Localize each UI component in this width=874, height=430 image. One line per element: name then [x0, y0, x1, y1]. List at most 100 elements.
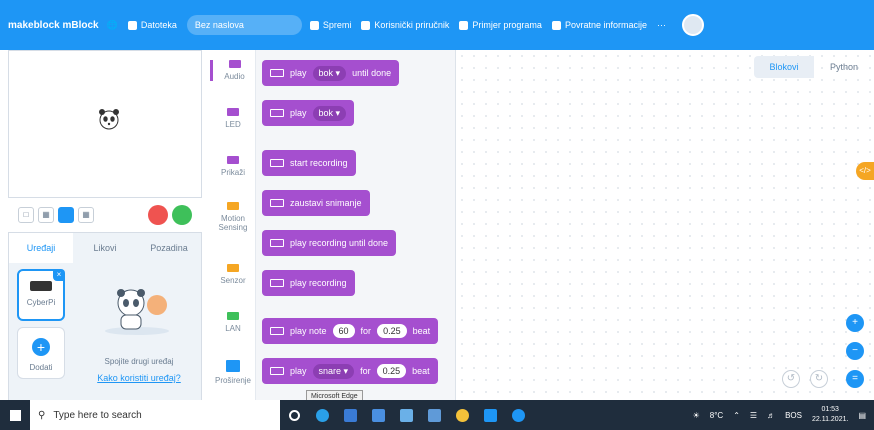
tab-devices[interactable]: Uređaji: [9, 233, 73, 263]
top-bar: makeblock mBlock 🌐 Datoteka Spremi Koris…: [0, 0, 874, 50]
redo-icon[interactable]: ↻: [810, 370, 828, 388]
code-workspace[interactable]: Blokovi Python </> + − = ↺ ↻: [456, 50, 874, 400]
cyberpi-block-icon: [270, 69, 284, 77]
search-placeholder: Type here to search: [53, 409, 142, 421]
how-to-use-link[interactable]: Kako koristiti uređaj?: [79, 373, 199, 383]
beat-input[interactable]: 0.25: [376, 364, 407, 378]
help-icon[interactable]: [504, 400, 532, 430]
block-text: play recording: [290, 278, 347, 288]
block-play-note[interactable]: play note 60 for 0.25 beat: [262, 318, 439, 344]
block-play-recording[interactable]: play recording: [262, 270, 355, 296]
cyberpi-icon: [30, 281, 52, 291]
more-menu-button[interactable]: ···: [657, 20, 666, 30]
code-view-toggle[interactable]: </>: [856, 162, 874, 180]
photos-icon[interactable]: [392, 400, 420, 430]
sound-dropdown[interactable]: bok ▾: [312, 65, 347, 81]
tray-chevron-icon[interactable]: ⌃: [733, 411, 740, 420]
start-button[interactable]: [0, 400, 30, 430]
dropdown-value: bok: [318, 107, 334, 118]
panda-sprite-icon[interactable]: [97, 107, 121, 131]
add-device-button[interactable]: + Dodati: [17, 327, 65, 379]
file-menu[interactable]: Datoteka: [127, 20, 177, 30]
stage-canvas[interactable]: [8, 50, 202, 198]
taskbar-search[interactable]: ⚲ Type here to search: [30, 400, 280, 430]
category-sensor[interactable]: Senzor: [210, 264, 256, 285]
search-icon: ⚲: [38, 409, 46, 421]
save-button[interactable]: Spremi: [309, 20, 351, 30]
block-play-drum[interactable]: play snare ▾ for 0.25 beat: [262, 358, 438, 384]
zoom-out-icon[interactable]: −: [846, 342, 864, 360]
network-icon[interactable]: ☰: [750, 411, 757, 420]
category-label: Prikaži: [220, 168, 245, 177]
device-card-cyberpi[interactable]: × CyberPi: [17, 269, 65, 321]
language-indicator[interactable]: BOS: [785, 411, 802, 420]
normal-stage-icon[interactable]: [58, 207, 74, 223]
category-lan[interactable]: LAN: [210, 312, 256, 333]
volume-icon[interactable]: ♬: [767, 411, 775, 420]
category-label: Audio: [224, 72, 245, 81]
project-name-input[interactable]: [186, 15, 302, 35]
stop-button[interactable]: [148, 205, 168, 225]
zoom-in-icon[interactable]: +: [846, 314, 864, 332]
tab-blocks[interactable]: Blokovi: [754, 56, 814, 78]
sound-dropdown[interactable]: bok ▾: [312, 105, 347, 121]
tab-python[interactable]: Python: [814, 56, 874, 78]
weather-icon[interactable]: ☀: [693, 411, 700, 420]
dropdown-value: bok: [318, 67, 334, 78]
cyberpi-block-icon: [270, 239, 284, 247]
tab-background[interactable]: Pozadina: [137, 233, 201, 263]
save-icon: [309, 20, 319, 30]
feedback-button[interactable]: Povratne informacije: [551, 20, 647, 30]
cyberpi-block-icon: [270, 159, 284, 167]
block-text: for: [360, 366, 371, 376]
mblock-icon[interactable]: [476, 400, 504, 430]
category-extension[interactable]: Proširenje: [210, 360, 256, 385]
manual-button[interactable]: Korisnički priručnik: [361, 20, 449, 30]
category-led[interactable]: LED: [210, 108, 256, 129]
mail-icon[interactable]: [364, 400, 392, 430]
language-globe-icon[interactable]: 🌐: [107, 20, 118, 31]
small-stage-icon[interactable]: ▦: [38, 207, 54, 223]
undo-icon[interactable]: ↺: [782, 370, 800, 388]
category-display[interactable]: Prikaži: [210, 156, 256, 177]
clock-time: 01:53: [821, 406, 839, 413]
block-text: until done: [352, 68, 392, 78]
clock[interactable]: 01:53 22.11.2021.: [812, 405, 848, 425]
grid-layout-icon[interactable]: ▦: [78, 207, 94, 223]
block-play-until-done[interactable]: play bok ▾ until done: [262, 60, 400, 86]
edge-icon[interactable]: [308, 400, 336, 430]
note-input[interactable]: 60: [332, 324, 355, 338]
beat-input[interactable]: 0.25: [377, 324, 407, 338]
fullscreen-icon[interactable]: □: [18, 207, 34, 223]
category-audio[interactable]: Audio: [210, 60, 256, 81]
category-label: LAN: [225, 324, 241, 333]
block-categories: Audio LED Prikaži Motion Sensing Senzor …: [210, 50, 256, 400]
block-play[interactable]: play bok ▾: [262, 100, 355, 126]
store-icon[interactable]: [336, 400, 364, 430]
block-stop-recording[interactable]: zaustavi snimanje: [262, 190, 370, 216]
clock-date: 22.11.2021.: [811, 416, 849, 423]
tab-sprites[interactable]: Likovi: [73, 233, 137, 263]
chrome-icon[interactable]: [448, 400, 476, 430]
block-text: beat: [412, 326, 431, 336]
cyberpi-block-icon: [270, 367, 284, 375]
block-play-recording-until-done[interactable]: play recording until done: [262, 230, 397, 256]
remove-device-icon[interactable]: ×: [53, 269, 65, 281]
cyberpi-block-icon: [270, 279, 284, 287]
app-icon[interactable]: [420, 400, 448, 430]
plus-icon: +: [32, 338, 50, 356]
block-text: zaustavi snimanje: [290, 198, 362, 208]
green-flag-button[interactable]: [172, 205, 192, 225]
block-start-recording[interactable]: start recording: [262, 150, 356, 176]
category-label: LED: [225, 120, 241, 129]
examples-button[interactable]: Primjer programa: [459, 20, 542, 30]
feedback-label: Povratne informacije: [564, 20, 647, 30]
task-view-icon[interactable]: [280, 400, 308, 430]
stage-controls: □ ▦ ▦: [8, 200, 202, 230]
category-motion-sensing[interactable]: Motion Sensing: [210, 202, 256, 232]
category-label: Proširenje: [214, 376, 251, 385]
user-avatar[interactable]: [681, 14, 704, 36]
drum-dropdown[interactable]: snare ▾: [312, 363, 355, 379]
zoom-reset-icon[interactable]: =: [846, 370, 864, 388]
notifications-icon[interactable]: ▤: [858, 411, 866, 420]
